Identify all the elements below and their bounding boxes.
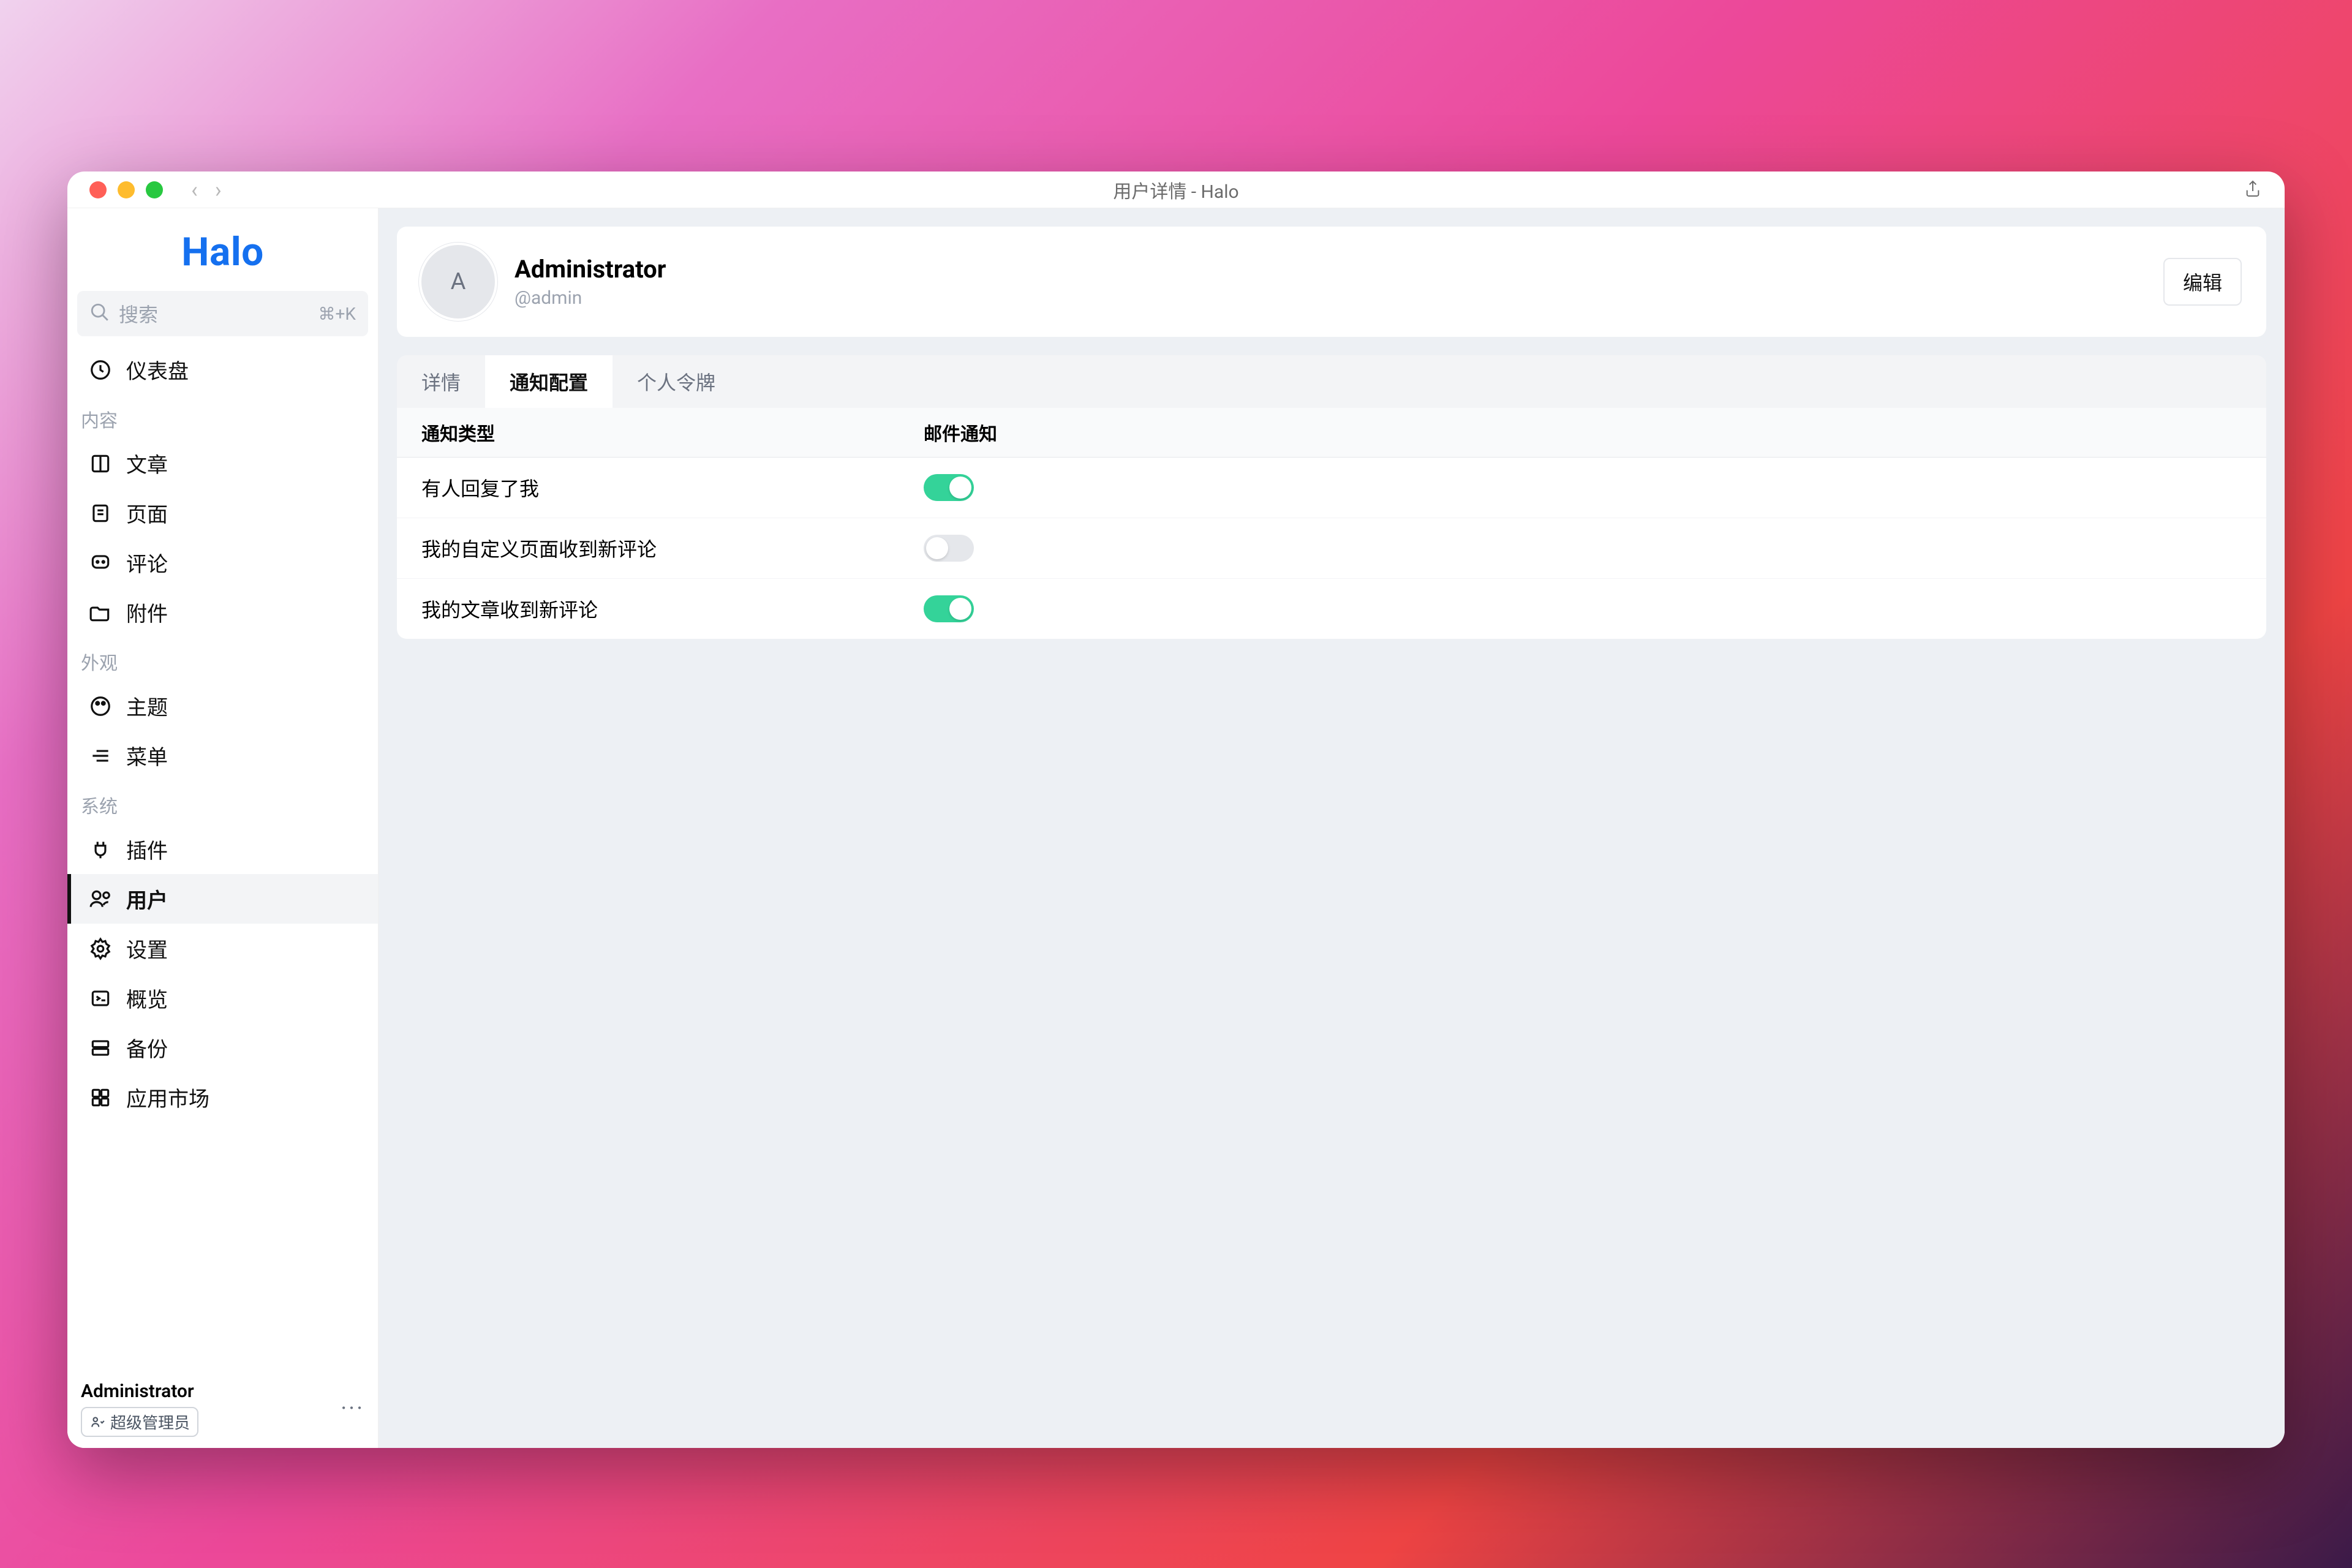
sidebar-item-label: 应用市场 bbox=[126, 1082, 209, 1112]
profile-info: Administrator @admin bbox=[514, 255, 666, 309]
tab-personal-token[interactable]: 个人令牌 bbox=[612, 355, 740, 408]
search-wrap: 搜索 ⌘+K bbox=[67, 291, 378, 345]
row-toggle-cell bbox=[924, 595, 2242, 622]
more-menu-button[interactable]: ··· bbox=[341, 1395, 364, 1422]
gear-icon bbox=[88, 937, 113, 960]
sidebar-item-pages[interactable]: 页面 bbox=[67, 488, 378, 538]
notification-panel: 通知类型 邮件通知 有人回复了我 我的自定义页面收到新评论 我的文章收到 bbox=[397, 408, 2266, 639]
search-placeholder: 搜索 bbox=[119, 300, 310, 328]
role-badge-label: 超级管理员 bbox=[110, 1411, 190, 1433]
sidebar-item-backup[interactable]: 备份 bbox=[67, 1023, 378, 1072]
sidebar-section-system: 系统 bbox=[67, 780, 378, 824]
profile-card: A Administrator @admin 编辑 bbox=[397, 227, 2266, 337]
profile-name: Administrator bbox=[514, 255, 666, 284]
row-type: 我的自定义页面收到新评论 bbox=[421, 534, 924, 562]
table-row: 有人回复了我 bbox=[397, 458, 2266, 518]
sidebar-item-label: 菜单 bbox=[126, 741, 168, 771]
window-title: 用户详情 - Halo bbox=[1113, 176, 1238, 203]
col-email: 邮件通知 bbox=[924, 419, 2242, 446]
sidebar-item-label: 设置 bbox=[126, 933, 168, 963]
minimize-window-button[interactable] bbox=[118, 181, 135, 198]
sidebar-item-label: 备份 bbox=[126, 1033, 168, 1063]
back-button[interactable]: ‹ bbox=[191, 177, 198, 203]
sidebar-item-plugins[interactable]: 插件 bbox=[67, 824, 378, 874]
sidebar-footer: Administrator 超级管理员 ··· bbox=[67, 1370, 378, 1448]
sidebar-item-label: 评论 bbox=[126, 548, 168, 578]
sidebar-item-label: 页面 bbox=[126, 498, 168, 528]
sidebar-item-settings[interactable]: 设置 bbox=[67, 924, 378, 973]
sidebar-section-content: 内容 bbox=[67, 394, 378, 439]
profile-handle: @admin bbox=[514, 287, 666, 309]
sidebar-item-posts[interactable]: 文章 bbox=[67, 439, 378, 488]
footer-user[interactable]: Administrator 超级管理员 bbox=[81, 1381, 198, 1437]
row-toggle-cell bbox=[924, 535, 2242, 562]
footer-user-name: Administrator bbox=[81, 1381, 198, 1402]
list-icon bbox=[88, 744, 113, 767]
row-type: 有人回复了我 bbox=[421, 473, 924, 502]
titlebar: ‹ › 用户详情 - Halo bbox=[67, 172, 2285, 208]
nav-arrows: ‹ › bbox=[191, 177, 222, 203]
sidebar-item-overview[interactable]: 概览 bbox=[67, 973, 378, 1023]
sidebar-section-appearance: 外观 bbox=[67, 637, 378, 681]
edit-button[interactable]: 编辑 bbox=[2163, 258, 2242, 306]
row-toggle-cell bbox=[924, 474, 2242, 501]
plug-icon bbox=[88, 838, 113, 861]
share-icon[interactable] bbox=[2243, 179, 2263, 201]
page-icon bbox=[88, 502, 113, 525]
tab-notification-config[interactable]: 通知配置 bbox=[485, 355, 612, 408]
server-icon bbox=[88, 1036, 113, 1060]
sidebar-item-menus[interactable]: 菜单 bbox=[67, 731, 378, 780]
tabs: 详情 通知配置 个人令牌 bbox=[397, 355, 2266, 408]
app-window: ‹ › 用户详情 - Halo Halo 搜索 ⌘+K 仪表 bbox=[67, 172, 2285, 1448]
sidebar-item-label: 仪表盘 bbox=[126, 355, 189, 385]
user-icon bbox=[88, 888, 113, 911]
table-row: 我的自定义页面收到新评论 bbox=[397, 518, 2266, 579]
brand-logo[interactable]: Halo bbox=[67, 208, 378, 291]
sidebar-item-marketplace[interactable]: 应用市场 bbox=[67, 1072, 378, 1122]
sidebar-item-users[interactable]: 用户 bbox=[67, 874, 378, 924]
app-body: Halo 搜索 ⌘+K 仪表盘 内容 文章 bbox=[67, 208, 2285, 1448]
table-header: 通知类型 邮件通知 bbox=[397, 408, 2266, 458]
sidebar-item-label: 附件 bbox=[126, 597, 168, 627]
terminal-icon bbox=[88, 987, 113, 1010]
sidebar-item-label: 文章 bbox=[126, 448, 168, 478]
col-type: 通知类型 bbox=[421, 419, 924, 446]
sidebar: Halo 搜索 ⌘+K 仪表盘 内容 文章 bbox=[67, 208, 379, 1448]
sidebar-item-label: 概览 bbox=[126, 983, 168, 1013]
sidebar-item-label: 主题 bbox=[126, 691, 168, 721]
book-icon bbox=[88, 452, 113, 475]
traffic-lights bbox=[89, 181, 163, 198]
close-window-button[interactable] bbox=[89, 181, 107, 198]
forward-button[interactable]: › bbox=[215, 177, 222, 203]
search-icon bbox=[89, 302, 110, 325]
role-badge: 超级管理员 bbox=[81, 1407, 198, 1437]
email-toggle[interactable] bbox=[924, 595, 974, 622]
sidebar-item-label: 用户 bbox=[126, 884, 168, 914]
sidebar-item-dashboard[interactable]: 仪表盘 bbox=[67, 345, 378, 394]
main-content: A Administrator @admin 编辑 详情 通知配置 个人令牌 通… bbox=[379, 208, 2285, 1448]
palette-icon bbox=[88, 695, 113, 718]
search-shortcut: ⌘+K bbox=[318, 304, 356, 324]
sidebar-item-themes[interactable]: 主题 bbox=[67, 681, 378, 731]
folder-icon bbox=[88, 601, 113, 624]
search-input[interactable]: 搜索 ⌘+K bbox=[77, 291, 368, 336]
chat-icon bbox=[88, 551, 113, 575]
maximize-window-button[interactable] bbox=[146, 181, 163, 198]
sidebar-item-attachments[interactable]: 附件 bbox=[67, 587, 378, 637]
tab-details[interactable]: 详情 bbox=[397, 355, 485, 408]
email-toggle[interactable] bbox=[924, 474, 974, 501]
gauge-icon bbox=[88, 358, 113, 382]
grid-icon bbox=[88, 1086, 113, 1109]
sidebar-item-label: 插件 bbox=[126, 834, 168, 864]
table-row: 我的文章收到新评论 bbox=[397, 579, 2266, 639]
row-type: 我的文章收到新评论 bbox=[421, 595, 924, 623]
email-toggle[interactable] bbox=[924, 535, 974, 562]
sidebar-item-comments[interactable]: 评论 bbox=[67, 538, 378, 587]
avatar: A bbox=[421, 245, 495, 318]
